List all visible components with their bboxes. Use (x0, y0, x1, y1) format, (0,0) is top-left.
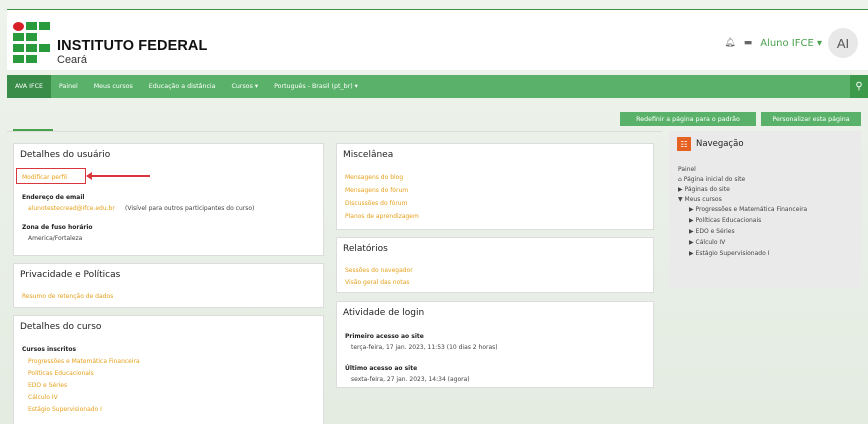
nav-item-meus-cursos[interactable]: Meus cursos (86, 75, 141, 98)
email-label: Endereço de email (22, 194, 85, 201)
nav-course-label: EDO e Séries (695, 228, 735, 235)
timezone-label: Zona de fuso horário (22, 224, 93, 231)
nav-course-label: Políticas Educacionais (695, 217, 762, 224)
chat-icon[interactable]: ▬ (744, 38, 753, 48)
email-note: (Visível para outros participantes do cu… (125, 205, 255, 212)
search-icon[interactable]: ⚲ (850, 75, 868, 98)
sitemap-icon: ☷ (677, 137, 691, 151)
highlight-box (16, 168, 86, 184)
nav-course-item[interactable]: ▶ Cálculo IV (689, 239, 725, 246)
nav-item-cursos[interactable]: Cursos ▾ (224, 75, 267, 98)
annotation-arrow (90, 175, 150, 177)
browser-sessions-link[interactable]: Sessões do navegador (345, 267, 413, 274)
nav-my-courses-label: Meus cursos (684, 196, 722, 203)
bell-icon[interactable]: 🔔︎ (724, 38, 735, 48)
nav-item-ava-ifce[interactable]: AVA IFCE (7, 75, 51, 98)
nav-course-item[interactable]: ▶ Políticas Educacionais (689, 217, 761, 224)
data-retention-link[interactable]: Resumo de retenção de dados (22, 293, 113, 300)
brand-line2: Ceará (57, 54, 87, 66)
navigation-title: Navegação (696, 139, 744, 149)
nav-site-pages-label: Páginas do site (684, 186, 730, 193)
nav-my-courses[interactable]: ▼ Meus cursos (678, 196, 722, 203)
nav-course-label: Cálculo IV (695, 239, 726, 246)
ifce-logo[interactable] (13, 22, 53, 63)
forum-messages-link[interactable]: Mensagens do fórum (345, 187, 408, 194)
timezone-value: America/Fortaleza (28, 235, 83, 242)
card-title: Privacidade e Políticas (20, 270, 121, 280)
card-title: Detalhes do curso (20, 322, 102, 332)
main-navbar: AVA IFCE Painel Meus cursos Educação a d… (7, 75, 868, 98)
nav-course-item[interactable]: ▶ Estágio Supervisionado I (689, 250, 769, 257)
nav-item-ead[interactable]: Educação a distância (141, 75, 224, 98)
course-link[interactable]: Estágio Supervisionado I (28, 406, 102, 413)
course-link[interactable]: Progressões e Matemática Financeira (28, 358, 140, 365)
divider (7, 131, 662, 132)
last-access-value: sexta-feira, 27 jan. 2023, 14:34 (agora) (351, 376, 470, 383)
course-link[interactable]: Cálculo IV (28, 394, 58, 401)
nav-home[interactable]: ⌂ Página inicial do site (678, 176, 745, 183)
reset-page-button[interactable]: Redefinir a página para o padrão (620, 112, 756, 126)
last-access-label: Último acesso ao site (345, 365, 418, 372)
nav-painel[interactable]: Painel (678, 166, 696, 173)
avatar[interactable]: AI (828, 28, 858, 58)
enrolled-courses-label: Cursos inscritos (22, 346, 77, 353)
login-activity-card: Atividade de login Primeiro acesso ao si… (336, 301, 654, 388)
navigation-header: ☷ Navegação (677, 137, 744, 151)
reports-card: Relatórios Sessões do navegador Visão ge… (336, 237, 654, 293)
user-menu[interactable]: Aluno IFCE ▾ (760, 38, 822, 49)
nav-item-language[interactable]: Português - Brasil (pt_br) ▾ (266, 75, 366, 98)
nav-course-item[interactable]: ▶ Progressões e Matemática Financeira (689, 206, 807, 213)
course-link[interactable]: EDO e Séries (28, 382, 67, 389)
learning-plans-link[interactable]: Planos de aprendizagem (345, 213, 419, 220)
customize-page-button[interactable]: Personalizar esta página (761, 112, 861, 126)
misc-card: Miscelânea Mensagens do blog Mensagens d… (336, 143, 654, 230)
brand-name: INSTITUTO FEDERAL Ceará (57, 38, 208, 67)
grades-overview-link[interactable]: Visão geral das notas (345, 279, 409, 286)
nav-course-label: Estágio Supervisionado I (695, 250, 770, 257)
course-link[interactable]: Políticas Educacionais (28, 370, 94, 377)
forum-discussions-link[interactable]: Discussões do fórum (345, 200, 407, 207)
card-title: Atividade de login (343, 308, 425, 318)
nav-item-painel[interactable]: Painel (51, 75, 86, 98)
user-details-card: Detalhes do usuário Modificar perfil End… (13, 143, 324, 256)
email-link[interactable]: alunotestecread@ifce.edu.br (28, 205, 115, 212)
header-user-area: 🔔︎ ▬ Aluno IFCE ▾ AI (724, 28, 868, 58)
nav-site-pages[interactable]: ▶ Páginas do site (678, 186, 730, 193)
blog-messages-link[interactable]: Mensagens do blog (345, 174, 403, 181)
card-title: Relatórios (343, 244, 388, 254)
nav-course-item[interactable]: ▶ EDO e Séries (689, 228, 735, 235)
course-details-card: Detalhes do curso Cursos inscritos Progr… (13, 315, 324, 424)
nav-home-label: Página inicial do site (683, 176, 746, 183)
card-title: Detalhes do usuário (20, 150, 111, 160)
card-title: Miscelânea (343, 150, 394, 160)
privacy-card: Privacidade e Políticas Resumo de retenç… (13, 263, 324, 308)
first-access-value: terça-feira, 17 jan. 2023, 11:53 (10 dia… (351, 344, 498, 351)
first-access-label: Primeiro acesso ao site (345, 333, 424, 340)
brand-line1: INSTITUTO FEDERAL (57, 38, 208, 54)
nav-course-label: Progressões e Matemática Financeira (695, 206, 808, 213)
site-header: INSTITUTO FEDERAL Ceará 🔔︎ ▬ Aluno IFCE … (7, 9, 868, 70)
navigation-block: ☷ Navegação Painel ⌂ Página inicial do s… (669, 131, 861, 288)
